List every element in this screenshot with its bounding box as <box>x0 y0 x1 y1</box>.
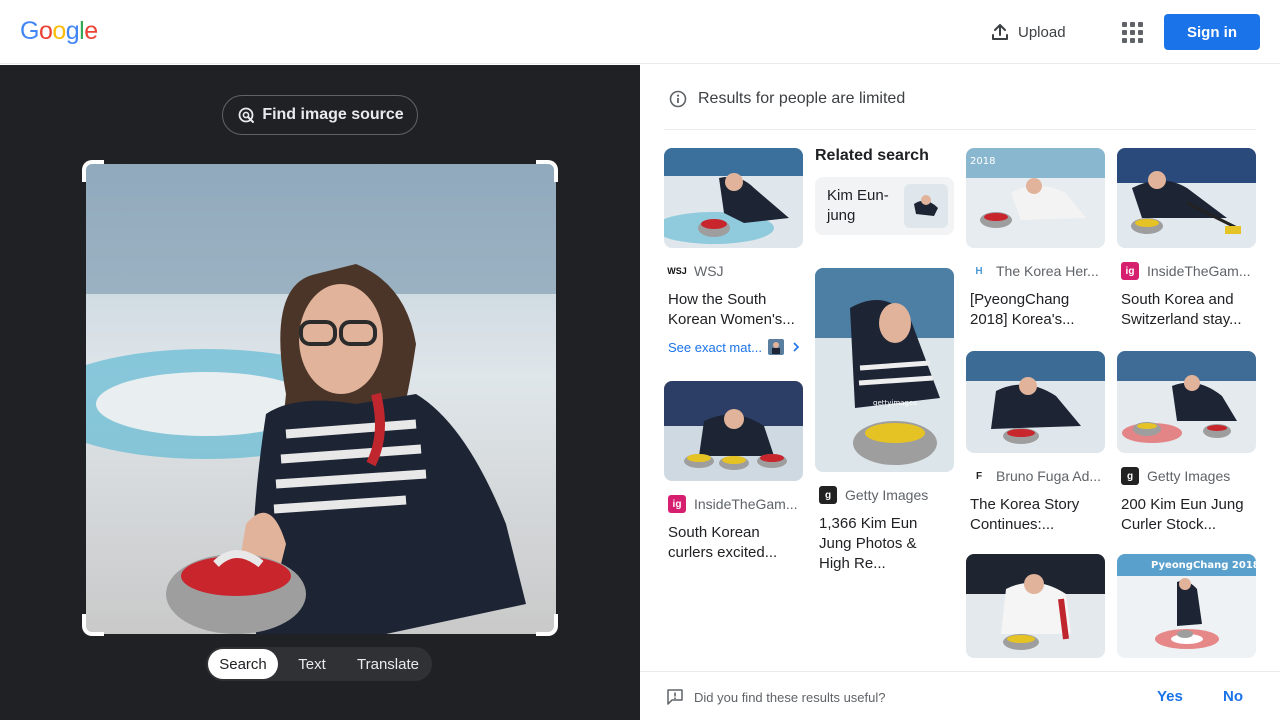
find-image-source-button[interactable]: Find image source <box>222 95 418 135</box>
result-title: 1,366 Kim Eun Jung Photos & High Re... <box>819 515 918 572</box>
crop-handle-top-right[interactable] <box>536 160 558 182</box>
upload-label: Upload <box>1018 23 1066 41</box>
apps-grid-icon[interactable] <box>1118 18 1146 46</box>
crop-handle-bottom-left[interactable] <box>82 614 104 636</box>
result-card[interactable] <box>966 554 1105 658</box>
find-image-source-label: Find image source <box>262 106 404 123</box>
related-search-thumb <box>904 184 948 228</box>
source-name: Getty Images <box>845 487 929 503</box>
crop-handle-top-left[interactable] <box>82 160 104 182</box>
logo-letter: g <box>65 17 80 45</box>
result-thumbnail: gettyimages <box>815 268 954 472</box>
getty-images-icon: g <box>819 486 837 504</box>
result-thumbnail: 2018 <box>966 148 1105 248</box>
source-name: Bruno Fuga Ad... <box>996 468 1102 484</box>
logo-letter: o <box>52 17 66 45</box>
result-title: [PyeongChang 2018] Korea's... <box>970 291 1075 328</box>
insidethegames-icon: ig <box>1121 262 1139 280</box>
exact-match-thumb-icon <box>767 339 784 355</box>
related-search-section: Related search Kim Eun-jung <box>815 147 954 235</box>
bruno-fuga-icon: F <box>975 470 983 482</box>
upload-icon <box>992 24 1008 40</box>
result-card[interactable]: gettyimages g Getty Images 1,366 Kim Eun … <box>815 268 954 574</box>
source-name: WSJ <box>694 263 724 279</box>
result-source: H The Korea Her... <box>970 262 1105 280</box>
result-source: ig InsideTheGam... <box>1121 262 1256 280</box>
sign-in-button[interactable]: Sign in <box>1164 14 1260 50</box>
mode-translate-tab[interactable]: Translate <box>346 649 430 679</box>
result-card[interactable]: PyeongChang 2018 <box>1117 554 1256 658</box>
related-search-chip[interactable]: Kim Eun-jung <box>815 177 954 235</box>
result-card[interactable]: 2018 H The Korea Her... [PyeongChang 2018… <box>966 148 1105 330</box>
logo-letter: o <box>38 17 53 45</box>
crop-handle-bottom-right[interactable] <box>536 614 558 636</box>
feedback-icon <box>667 689 683 705</box>
result-card[interactable]: WSJ WSJ How the South Korean Women's... <box>664 148 803 330</box>
source-name: Getty Images <box>1147 468 1231 484</box>
curler-photo <box>86 164 556 634</box>
search-mode-toggle: Search Text Translate <box>206 647 432 681</box>
feedback-question-text: Did you find these results useful? <box>694 689 886 705</box>
info-icon <box>669 90 687 108</box>
upload-button[interactable]: Upload <box>990 18 1066 46</box>
result-source: WSJ WSJ <box>667 262 803 280</box>
feedback-no-button[interactable]: No <box>1223 688 1243 705</box>
logo-letter: G <box>20 17 39 45</box>
result-thumbnail <box>664 381 803 481</box>
korea-herald-year-badge: 2018 <box>970 156 995 167</box>
result-title: The Korea Story Continues:... <box>970 496 1080 533</box>
image-search-icon <box>238 107 255 123</box>
top-bar: Google Upload Sign in <box>0 0 1280 64</box>
result-thumbnail <box>1117 351 1256 453</box>
result-thumbnail <box>966 351 1105 453</box>
result-thumbnail <box>966 554 1105 658</box>
result-title: South Korea and Switzerland stay... <box>1121 291 1242 328</box>
notice-text: Results for people are limited <box>698 90 906 107</box>
feedback-yes-button[interactable]: Yes <box>1157 688 1183 705</box>
result-source: g Getty Images <box>1121 467 1256 485</box>
results-panel: Results for people are limited WSJ WSJ Ho… <box>640 65 1280 720</box>
mode-search-tab[interactable]: Search <box>208 649 278 679</box>
see-exact-matches-link[interactable]: See exact mat... <box>668 339 802 355</box>
result-title: How the South Korean Women's... <box>668 291 795 328</box>
feedback-bar: Did you find these results useful? Yes N… <box>640 671 1280 720</box>
getty-watermark: gettyimages <box>873 399 917 407</box>
mode-text-tab[interactable]: Text <box>278 649 346 679</box>
result-thumbnail <box>1117 148 1256 248</box>
pyeongchang-badge: PyeongChang 2018 <box>1151 560 1256 571</box>
query-image-panel: Find image source Search Text Translate <box>0 65 640 720</box>
insidethegames-icon: ig <box>668 495 686 513</box>
logo-letter: e <box>84 17 98 45</box>
source-name: InsideTheGam... <box>694 496 798 512</box>
result-title: 200 Kim Eun Jung Curler Stock... <box>1121 496 1244 533</box>
wsj-icon: WSJ <box>667 266 687 276</box>
chevron-right-icon <box>793 342 800 352</box>
result-source: F Bruno Fuga Ad... <box>970 467 1105 485</box>
see-exact-label: See exact mat... <box>668 339 762 355</box>
result-source: ig InsideTheGam... <box>668 495 803 513</box>
divider <box>664 129 1256 130</box>
related-search-heading: Related search <box>815 147 929 164</box>
result-source: g Getty Images <box>819 486 954 504</box>
result-card[interactable]: g Getty Images 200 Kim Eun Jung Curler St… <box>1117 351 1256 535</box>
related-search-label: Kim Eun-jung <box>827 187 889 224</box>
result-card[interactable]: F Bruno Fuga Ad... The Korea Story Contin… <box>966 351 1105 535</box>
source-name: The Korea Her... <box>996 263 1099 279</box>
google-logo[interactable]: Google <box>20 17 98 46</box>
korea-herald-icon: H <box>975 265 983 277</box>
result-thumbnail <box>664 148 803 248</box>
source-name: InsideTheGam... <box>1147 263 1251 279</box>
result-card[interactable]: ig InsideTheGam... South Korea and Switze… <box>1117 148 1256 330</box>
feedback-question: Did you find these results useful? <box>666 688 886 706</box>
result-thumbnail: PyeongChang 2018 <box>1117 554 1256 658</box>
query-image[interactable] <box>86 164 556 634</box>
getty-images-icon: g <box>1121 467 1139 485</box>
result-title: South Korean curlers excited... <box>668 524 778 561</box>
people-limited-notice: Results for people are limited <box>668 89 905 109</box>
result-card[interactable]: ig InsideTheGam... South Korean curlers e… <box>664 381 803 563</box>
